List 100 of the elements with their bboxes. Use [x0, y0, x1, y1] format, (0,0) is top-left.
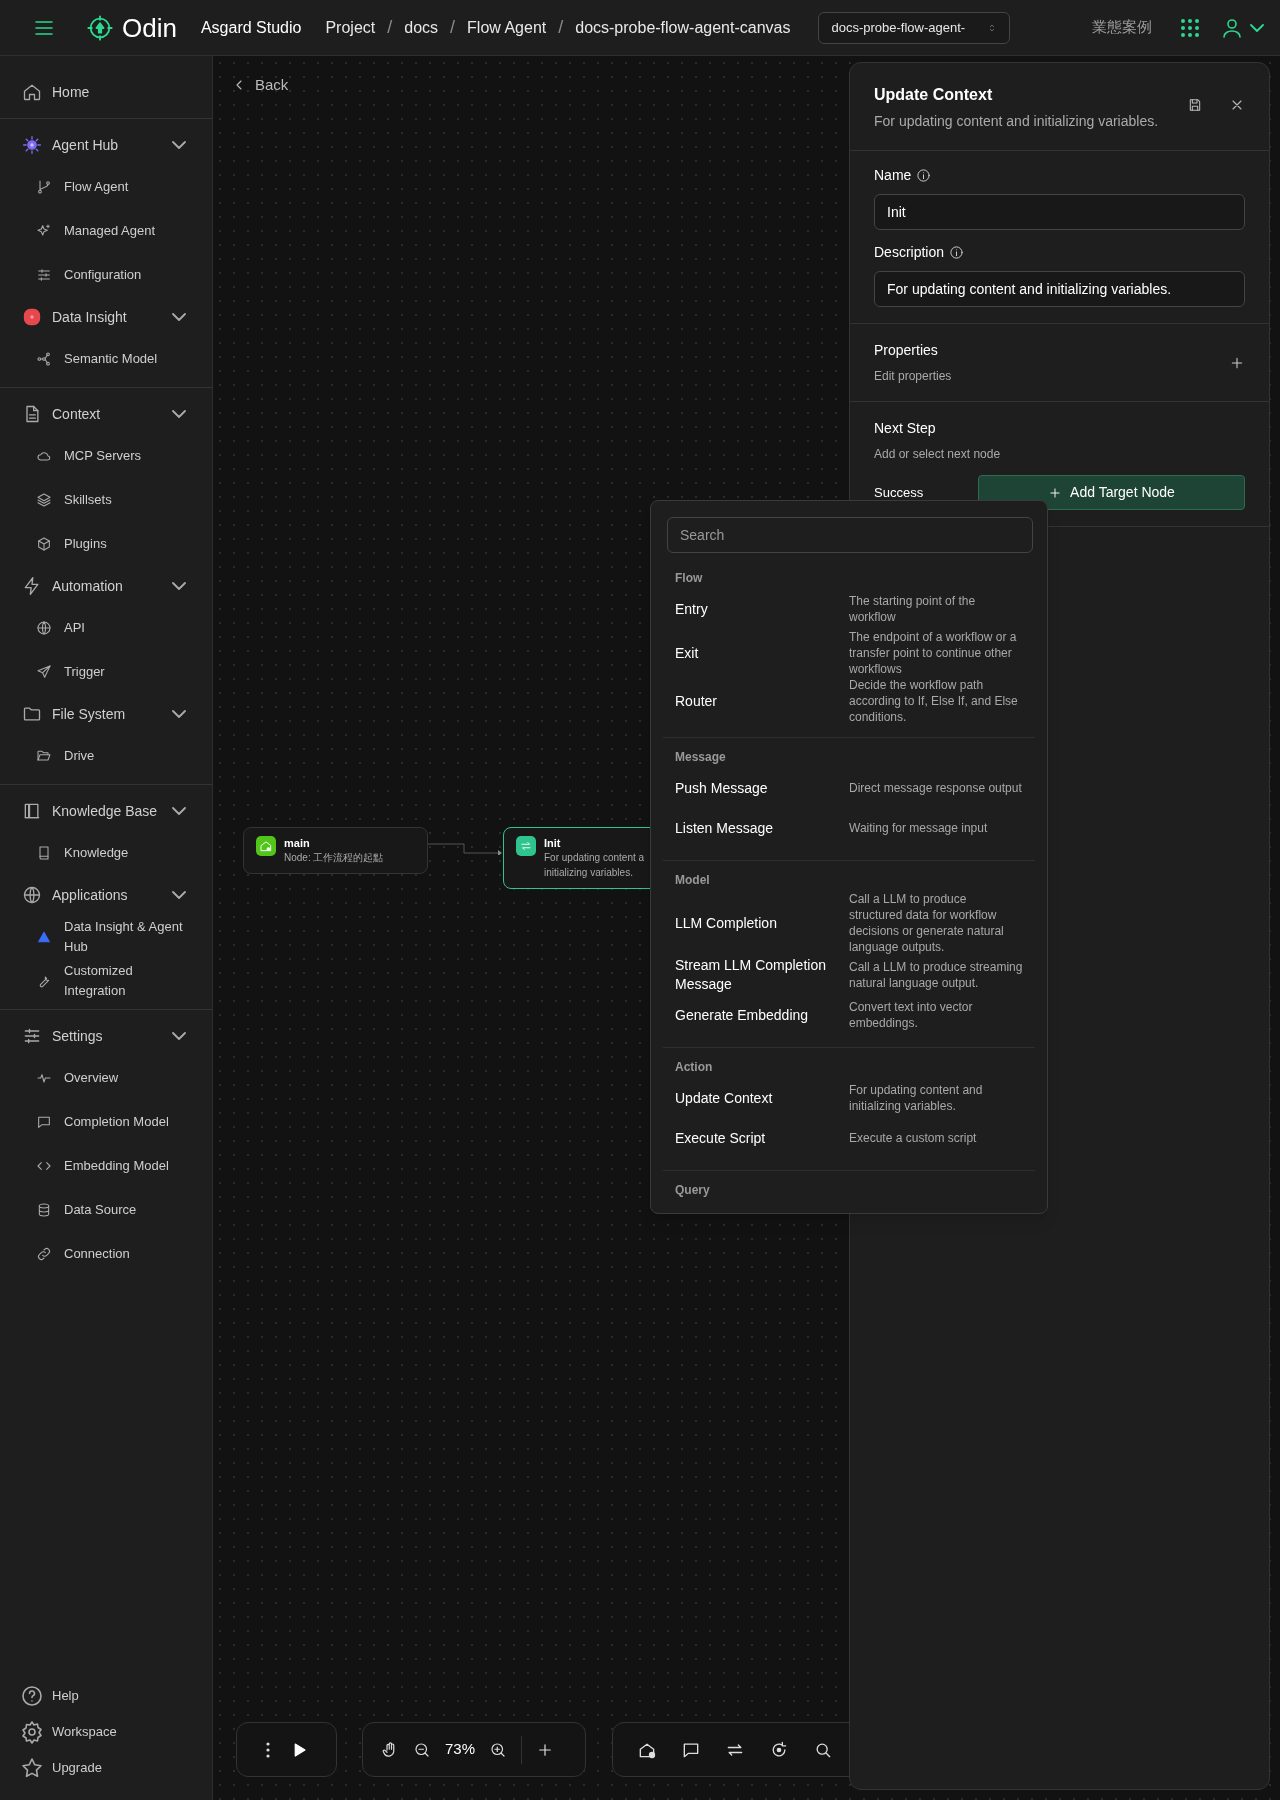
zoom-out-button[interactable]	[413, 1740, 431, 1759]
node-description: For updating content a	[544, 851, 645, 865]
apps-grid-button[interactable]	[1180, 17, 1200, 38]
zoom-out-icon	[413, 1740, 431, 1759]
sidebar-subitem[interactable]: Drive	[0, 734, 212, 778]
menu-group-title: Action	[674, 1059, 714, 1076]
sidebar-subitem[interactable]: API	[0, 606, 212, 650]
folder-icon	[36, 748, 52, 764]
nodes-icon	[36, 351, 52, 367]
sidebar-subitem[interactable]: Skillsets	[0, 478, 212, 522]
branch-icon	[36, 179, 52, 195]
sidebar-subitem[interactable]: Embedding Model	[0, 1144, 212, 1188]
sliders-icon	[22, 1026, 42, 1046]
sidebar-subitem[interactable]: MCP Servers	[0, 434, 212, 478]
menu-item[interactable]: Exit The endpoint of a workflow or a transfer point to continue other workflows	[663, 629, 1035, 677]
globe-icon	[36, 620, 52, 636]
home-plus-icon	[259, 839, 273, 853]
branch-label: Success	[874, 483, 925, 502]
node-description: Node: 工作流程的起點	[284, 851, 384, 865]
sidebar-item[interactable]: Context	[0, 394, 212, 434]
chat-bubble-icon	[36, 1114, 52, 1130]
back-link[interactable]: Back	[231, 74, 289, 97]
sidebar-item[interactable]: Data Insight	[0, 297, 212, 337]
link-icon	[36, 1246, 52, 1262]
menu-item[interactable]: Execute Script Execute a custom script	[663, 1118, 1035, 1158]
footer-link[interactable]: Workspace	[0, 1714, 212, 1750]
footer-link[interactable]: Upgrade	[0, 1750, 212, 1786]
sidebar-subitem[interactable]: Trigger	[0, 650, 212, 694]
book-icon	[36, 845, 52, 861]
field-label: Description	[874, 243, 945, 262]
menu-item[interactable]: Router Decide the workflow path according to If, Else If, and Else conditions.	[663, 677, 1035, 725]
sidebar-item[interactable]: Agent Hub	[0, 125, 212, 165]
sidebar-item[interactable]: File System	[0, 694, 212, 734]
menu-item[interactable]: Entry The starting point of the workflow	[663, 589, 1035, 629]
plus-icon	[1048, 485, 1063, 500]
text-field[interactable]: For updating content and initializing variables.	[874, 271, 1245, 307]
swap-arrows-icon	[519, 839, 533, 853]
menu-item[interactable]: Generate Embedding Convert text into vector embeddings.	[663, 995, 1035, 1035]
menu-group-title: Flow	[674, 570, 704, 587]
save-icon	[1187, 97, 1203, 113]
sidebar-item[interactable]: Settings	[0, 1016, 212, 1056]
help-icon	[20, 1684, 44, 1708]
panel-subtitle: For updating content and initializing variables.	[874, 112, 1160, 131]
logo-icon	[86, 13, 114, 42]
menu-group-title: Query	[674, 1182, 711, 1199]
sidebar-subitem[interactable]: Configuration	[0, 253, 212, 297]
flow-node[interactable]: main Node: 工作流程的起點	[243, 827, 428, 874]
sidebar-subitem[interactable]: Data Source	[0, 1188, 212, 1232]
sidebar-item[interactable]: Knowledge Base	[0, 791, 212, 831]
sidebar-subitem[interactable]: Completion Model	[0, 1100, 212, 1144]
menu-item[interactable]: Stream LLM Completion Message Call a LLM to produce streaming natural language output.	[663, 955, 1035, 995]
breadcrumb-link[interactable]: Project	[325, 15, 376, 40]
grid-icon	[1180, 17, 1200, 38]
sidebar-item[interactable]: Applications	[0, 875, 212, 915]
text-field[interactable]: Init	[874, 194, 1245, 230]
section-title: Properties	[874, 341, 939, 360]
breadcrumb-link[interactable]: docs-probe-flow-agent-canvas	[575, 15, 791, 40]
save-button[interactable]	[1187, 97, 1203, 113]
panel-title: Update Context	[874, 85, 994, 105]
node-title: Init	[544, 836, 562, 850]
node-description: initializing variables.	[544, 866, 634, 880]
sidebar-subitem[interactable]: Overview	[0, 1056, 212, 1100]
menu-item[interactable]: Push Message Direct message response output	[663, 768, 1035, 808]
breadcrumb-separator: /	[450, 16, 456, 39]
case-studies-link[interactable]: 業態案例	[1092, 16, 1152, 39]
sidebar-subitem[interactable]: Plugins	[0, 522, 212, 566]
breadcrumb-link[interactable]: Flow Agent	[467, 15, 547, 40]
sidebar-subitem[interactable]: Flow Agent	[0, 165, 212, 209]
settings-icon	[20, 1720, 44, 1744]
sidebar-subitem[interactable]: Customized Integration	[0, 959, 212, 1003]
field-label: Name	[874, 166, 912, 185]
sidebar-subitem[interactable]: Connection	[0, 1232, 212, 1276]
globe-icon	[22, 885, 42, 905]
home-icon	[22, 82, 42, 102]
app-name: Odin	[122, 14, 177, 41]
node-title: main	[284, 836, 311, 850]
studio-link[interactable]: Asgard Studio	[200, 15, 302, 40]
sidebar-item[interactable]: Home	[0, 72, 212, 112]
menu-item[interactable]: Update Context For updating content and initializing variables.	[663, 1078, 1035, 1118]
info-icon	[916, 168, 932, 183]
zoom-level: 73%	[445, 1739, 476, 1760]
section-subtitle: Add or select next node	[874, 446, 1002, 463]
breadcrumb-link[interactable]: docs	[404, 15, 439, 40]
star-icon	[20, 1756, 44, 1780]
sidebar-subitem[interactable]: Data Insight & Agent Hub	[0, 915, 212, 959]
flow-select[interactable]: docs-probe-flow-agent-	[818, 11, 1011, 44]
layers-icon	[36, 492, 52, 508]
sidebar-subitem[interactable]: Semantic Model	[0, 337, 212, 381]
breadcrumb-separator: /	[558, 16, 564, 39]
menu-item[interactable]: LLM Completion Call a LLM to produce structured data for workflow decisions or generate natural language outputs.	[663, 891, 1035, 955]
section-subtitle: Edit properties	[874, 368, 953, 385]
more-button[interactable]	[265, 1741, 270, 1758]
more-vertical-icon	[265, 1741, 270, 1758]
sidebar-subitem[interactable]: Managed Agent	[0, 209, 212, 253]
add-target-node-button[interactable]: Add Target Node	[978, 475, 1245, 510]
chevron-icon	[1250, 23, 1264, 32]
search-field[interactable]: Search	[667, 517, 1033, 553]
sidebar-subitem[interactable]: Knowledge	[0, 831, 212, 875]
sidebar-item[interactable]: Automation	[0, 566, 212, 606]
footer-link[interactable]: Help	[0, 1678, 212, 1714]
